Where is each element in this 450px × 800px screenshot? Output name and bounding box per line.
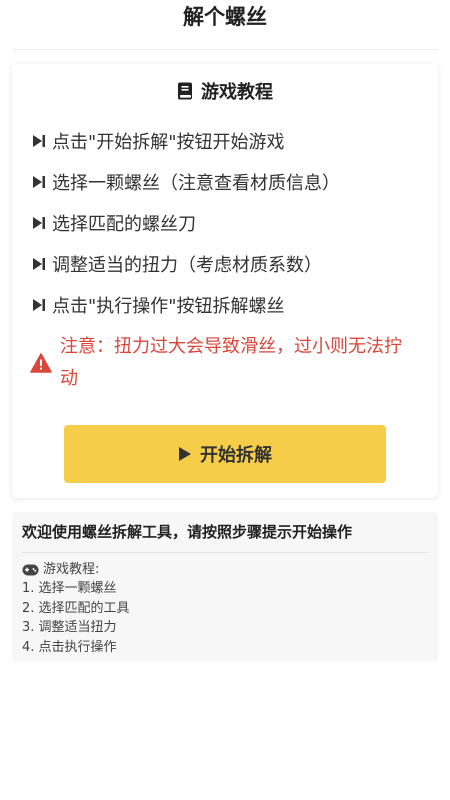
tutorial-step-3: 选择匹配的螺丝刀: [32, 202, 418, 243]
step-forward-icon: [33, 216, 45, 229]
step-forward-icon: [33, 298, 45, 311]
warning-triangle-icon: [30, 353, 52, 373]
gamepad-icon: [22, 564, 39, 576]
mini-tutorial-title: 游戏教程:: [22, 561, 428, 579]
mini-step: 2. 选择匹配的工具: [22, 600, 130, 616]
step-forward-icon: [33, 257, 45, 270]
tutorial-step-1: 点击"开始拆解"按钮开始游戏: [32, 120, 418, 161]
tutorial-step-text: 点击"开始拆解"按钮开始游戏: [52, 131, 285, 153]
step-forward-icon: [33, 175, 45, 188]
tutorial-step-4: 调整适当的扭力（考虑材质系数）: [32, 243, 418, 284]
info-panel: 欢迎使用螺丝拆解工具，请按照步骤提示开始操作 游戏教程: 1. 选择一颗螺丝 2…: [12, 512, 438, 662]
tutorial-steps: 点击"开始拆解"按钮开始游戏 选择一颗螺丝（注意查看材质信息） 选择匹配的螺丝刀…: [32, 120, 418, 325]
tutorial-step-5: 点击"执行操作"按钮拆解螺丝: [32, 284, 418, 325]
tutorial-step-text: 点击"执行操作"按钮拆解螺丝: [52, 295, 285, 317]
book-icon: [178, 82, 192, 100]
warning-text: 注意：扭力过大会导致滑丝，过小则无法拧动: [60, 336, 402, 389]
tutorial-step-text: 调整适当的扭力（考虑材质系数）: [52, 254, 322, 276]
start-disassembly-button[interactable]: 开始拆解: [64, 425, 386, 483]
tutorial-step-2: 选择一颗螺丝（注意查看材质信息）: [32, 161, 418, 202]
app-header: 解个螺丝: [12, 0, 438, 50]
mini-tutorial-label: 游戏教程:: [43, 562, 100, 577]
start-button-label: 开始拆解: [200, 445, 272, 466]
mini-steps: 1. 选择一颗螺丝 2. 选择匹配的工具 3. 调整适当扭力 4. 点击执行操作: [22, 579, 428, 657]
welcome-message: 欢迎使用螺丝拆解工具，请按照步骤提示开始操作: [22, 518, 428, 553]
play-icon: [179, 447, 191, 461]
tutorial-step-text: 选择匹配的螺丝刀: [52, 213, 196, 235]
tutorial-title: 游戏教程: [32, 78, 418, 104]
step-forward-icon: [33, 134, 45, 147]
mini-step: 3. 调整适当扭力: [22, 620, 117, 635]
tutorial-title-text: 游戏教程: [201, 82, 273, 103]
mini-step: 4. 点击执行操作: [22, 639, 117, 655]
tutorial-step-text: 选择一颗螺丝（注意查看材质信息）: [52, 172, 340, 194]
page-title: 解个螺丝: [183, 4, 267, 29]
tutorial-card: 游戏教程 点击"开始拆解"按钮开始游戏 选择一颗螺丝（注意查看材质信息） 选择匹…: [12, 64, 438, 498]
mini-step: 1. 选择一颗螺丝: [22, 581, 117, 596]
torque-warning: 注意：扭力过大会导致滑丝，过小则无法拧动: [30, 331, 418, 395]
